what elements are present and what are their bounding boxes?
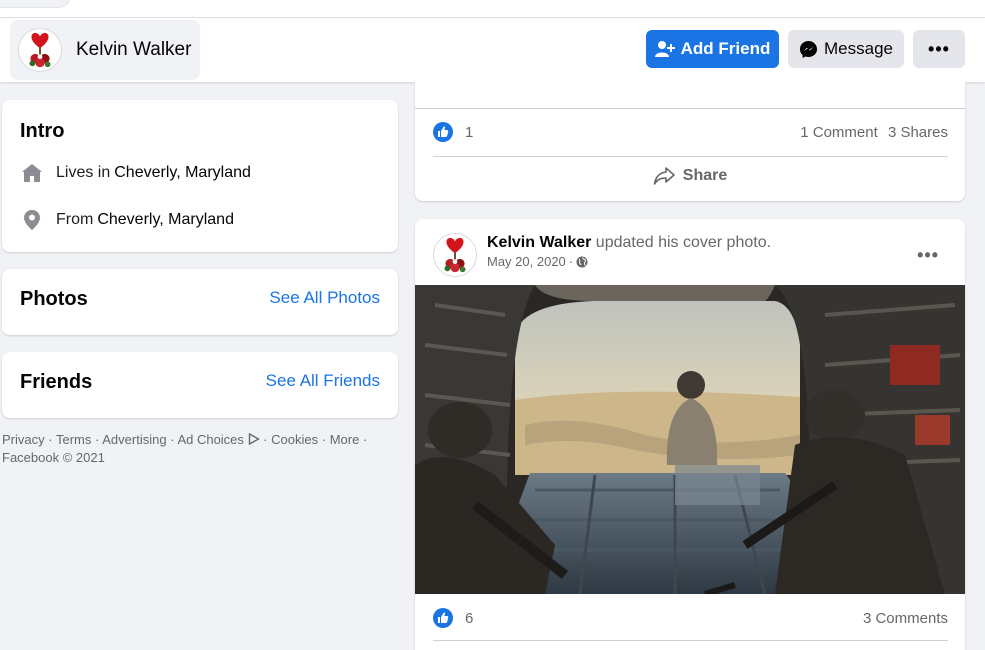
footer-separator: · (170, 432, 175, 447)
post-like-count[interactable]: 1 (433, 122, 473, 142)
comment-count-link[interactable]: 3 Comments (863, 610, 948, 627)
intro-title: Intro (20, 120, 65, 142)
from-place-link[interactable]: Cheverly, Maryland (97, 211, 234, 229)
post-card-cover-photo: Kelvin Walker updated his cover photo. M… (415, 219, 965, 650)
footer-separator: · (362, 432, 368, 447)
post-action-text: updated his cover photo. (595, 234, 772, 251)
avatar-heart-bouquet-icon (434, 234, 476, 276)
footer-ad-choices-link[interactable]: Ad Choices (177, 432, 243, 447)
post-comment-share-stats: 1 Comment 3 Shares (800, 124, 948, 141)
post-date-link[interactable]: May 20, 2020 (487, 254, 566, 269)
share-button[interactable]: Share (415, 166, 965, 186)
post-header: Kelvin Walker updated his cover photo. M… (433, 233, 771, 277)
footer-terms-link[interactable]: Terms (56, 432, 91, 447)
like-thumb-icon (433, 608, 453, 628)
message-button[interactable]: Message (788, 30, 904, 68)
footer-advertising-link[interactable]: Advertising (102, 432, 166, 447)
add-friend-label: Add Friend (680, 39, 771, 58)
friends-card: Friends See All Friends (2, 352, 398, 418)
intro-card: Intro Lives in Cheverly, Maryland From C… (2, 100, 398, 252)
avatar-heart-bouquet-icon (19, 29, 61, 71)
photos-card: Photos See All Photos (2, 269, 398, 335)
profile-avatar[interactable] (18, 28, 62, 72)
post-meta: Kelvin Walker updated his cover photo. M… (487, 234, 771, 269)
lives-in-prefix: Lives in (56, 164, 111, 181)
post-date-separator: · (568, 254, 574, 269)
intro-from: From Cheverly, Maryland (20, 208, 234, 232)
friends-title[interactable]: Friends (20, 371, 92, 394)
profile-header-bar: Kelvin Walker Add Friend Message ••• (0, 18, 985, 82)
lives-in-place-link[interactable]: Cheverly, Maryland (114, 164, 251, 182)
ad-choices-icon[interactable] (248, 432, 260, 446)
profile-name[interactable]: Kelvin Walker (76, 39, 191, 61)
comment-count-link[interactable]: 1 Comment (800, 124, 878, 141)
footer-separator: · (48, 432, 53, 447)
intro-lives-in: Lives in Cheverly, Maryland (20, 161, 251, 185)
from-prefix: From (56, 211, 94, 228)
post2-comment-stats: 3 Comments (863, 610, 948, 627)
person-plus-icon (654, 41, 675, 57)
share-arrow-icon (653, 167, 675, 185)
footer-copyright: Facebook © 2021 (2, 450, 105, 465)
footer-more-link[interactable]: More (330, 432, 360, 447)
helicopter-cargo-ramp-photo (415, 285, 965, 594)
post-author-avatar[interactable] (433, 233, 477, 277)
post-action-divider (433, 156, 948, 157)
post2-like-count[interactable]: 6 (433, 608, 473, 628)
footer-links: Privacy · Terms · Advertising · Ad Choic… (2, 431, 398, 467)
post-reaction-stats: 1 1 Comment 3 Shares (433, 122, 948, 142)
profile-more-button[interactable]: ••• (913, 30, 965, 68)
like-count: 1 (465, 123, 474, 141)
top-navigation-strip (0, 0, 985, 18)
footer-privacy-link[interactable]: Privacy (2, 432, 45, 447)
globe-icon[interactable] (576, 256, 588, 268)
cover-photo-image[interactable] (415, 285, 965, 594)
top-search-pill[interactable] (0, 0, 70, 8)
location-pin-icon (20, 208, 44, 232)
share-label: Share (682, 167, 728, 184)
see-all-photos-link[interactable]: See All Photos (269, 288, 380, 308)
post-top-divider (415, 108, 965, 109)
like-count: 6 (465, 609, 474, 627)
post2-action-divider (433, 640, 948, 641)
add-friend-button[interactable]: Add Friend (646, 30, 779, 68)
footer-separator: · (263, 432, 268, 447)
footer-separator: · (95, 432, 100, 447)
post-options-button[interactable]: ••• (917, 245, 939, 266)
profile-identity[interactable]: Kelvin Walker (10, 20, 200, 80)
share-count-link[interactable]: 3 Shares (888, 124, 948, 141)
post-author-link[interactable]: Kelvin Walker (487, 234, 591, 251)
more-dots-icon: ••• (928, 38, 950, 59)
post2-reaction-stats: 6 3 Comments (433, 608, 948, 628)
footer-separator: · (321, 432, 327, 447)
messenger-icon (799, 40, 818, 58)
like-thumb-icon (433, 122, 453, 142)
footer-cookies-link[interactable]: Cookies (271, 432, 318, 447)
see-all-friends-link[interactable]: See All Friends (266, 371, 380, 391)
home-icon (20, 161, 44, 185)
photos-title[interactable]: Photos (20, 288, 88, 311)
message-label: Message (824, 39, 893, 58)
post-card-previous: 1 1 Comment 3 Shares Share (415, 82, 965, 201)
post-timestamp-row: May 20, 2020 · (487, 254, 771, 269)
post-headline: Kelvin Walker updated his cover photo. (487, 234, 771, 252)
